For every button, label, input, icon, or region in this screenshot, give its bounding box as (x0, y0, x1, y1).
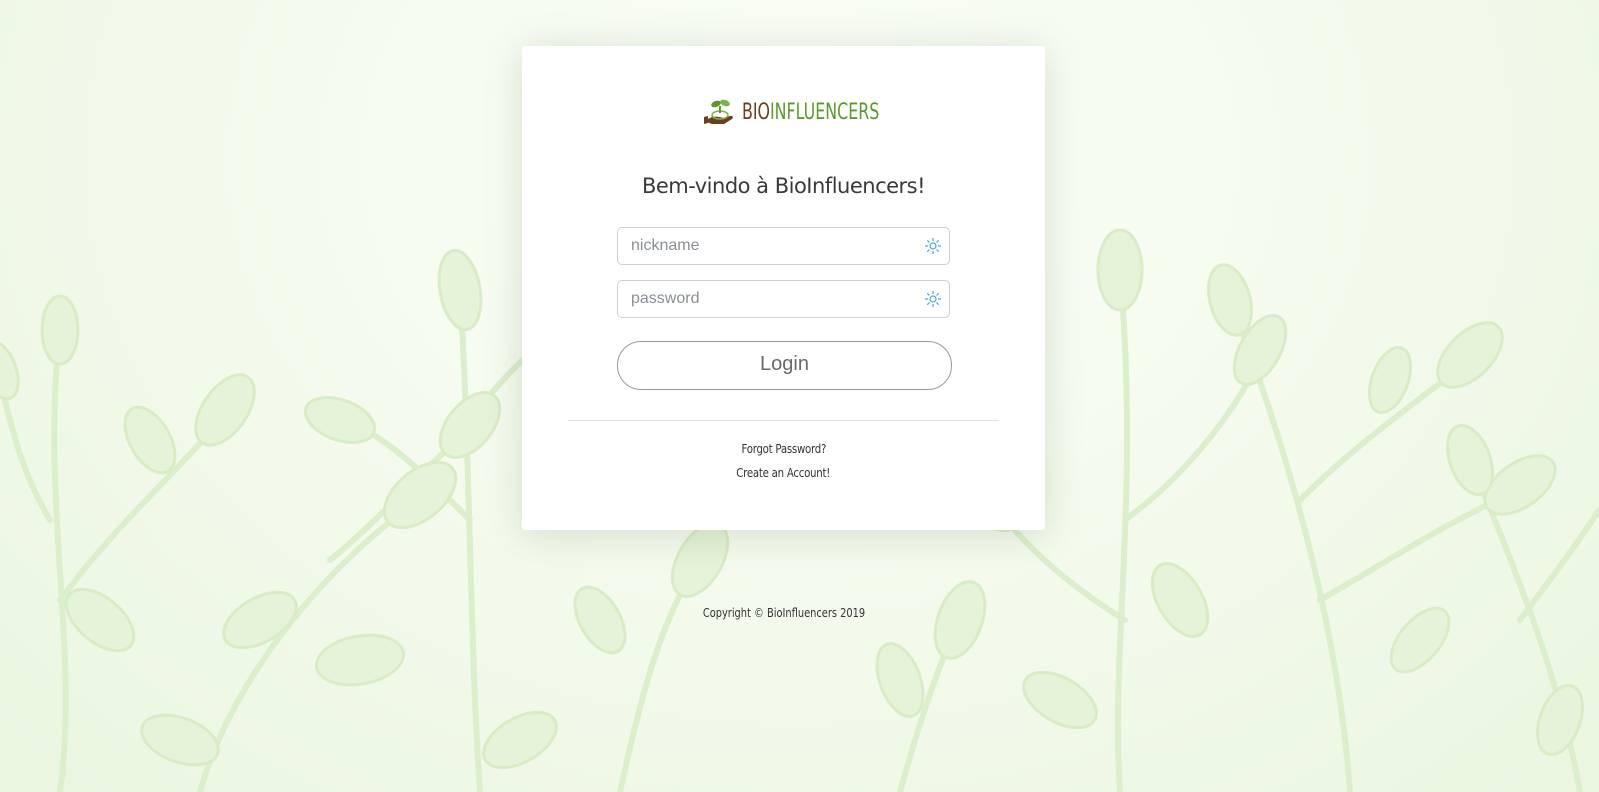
create-account-link[interactable]: Create an Account! (522, 466, 1045, 480)
hand-with-sprout-icon (704, 99, 733, 124)
login-button[interactable]: Login (617, 341, 952, 390)
forgot-password-label[interactable]: Forgot Password? (741, 442, 826, 456)
copyright-text: Copyright © BioInfluencers 2019 (702, 606, 865, 620)
welcome-heading: Bem-vindo à BioInfluencers! (641, 174, 926, 198)
key-sparkle-icon[interactable] (924, 290, 942, 308)
brand-wordmark-bio: BIO (742, 99, 771, 125)
brand-wordmark: BIOINFLUENCERS (742, 100, 879, 125)
key-sparkle-icon[interactable] (924, 237, 942, 255)
nickname-field[interactable] (617, 227, 950, 265)
brand-wordmark-influencers: INFLUENCERS (770, 99, 880, 125)
login-card: BIOINFLUENCERS Bem-vindo à BioInfluencer… (522, 46, 1045, 530)
password-field[interactable] (617, 280, 950, 318)
forgot-password-link[interactable]: Forgot Password? (522, 442, 1045, 456)
create-account-label[interactable]: Create an Account! (737, 466, 831, 480)
password-input[interactable] (629, 281, 913, 317)
nickname-input[interactable] (629, 228, 913, 264)
footer-copyright: Copyright © BioInfluencers 2019 (522, 606, 1045, 620)
divider (568, 420, 999, 421)
brand-logo: BIOINFLUENCERS (702, 96, 933, 128)
